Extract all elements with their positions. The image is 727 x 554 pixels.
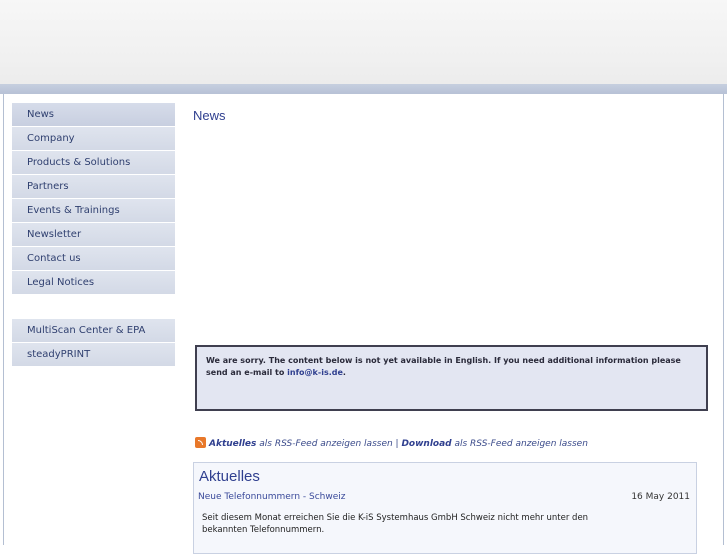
notice-email-link[interactable]: info@k-is.de [287,368,343,377]
site-header [0,0,727,84]
news-box: Aktuelles Neue Telefonnummern - Schweiz … [193,462,697,554]
rss-feed-line: Aktuelles als RSS-Feed anzeigen lassen |… [195,437,588,449]
sidebar-item-products-solutions[interactable]: Products & Solutions [12,151,175,175]
sidebar-item-news[interactable]: News [12,103,175,127]
news-box-title: Aktuelles [199,468,260,485]
sidebar-item-contact-us[interactable]: Contact us [12,247,175,271]
sidebar-item-legal-notices[interactable]: Legal Notices [12,271,175,295]
sidebar-item-multiscan-center-epa[interactable]: MultiScan Center & EPA [12,319,175,343]
sidebar-item-events-trainings[interactable]: Events & Trainings [12,199,175,223]
header-stripe [0,84,727,94]
rss-icon[interactable] [195,437,206,448]
sidebar-item-company[interactable]: Company [12,127,175,151]
sidebar-item-newsletter[interactable]: Newsletter [12,223,175,247]
news-item-date: 16 May 2011 [631,492,690,502]
news-item-text: Seit diesem Monat erreichen Sie die K-iS… [202,513,589,535]
news-item-link[interactable]: Neue Telefonnummern - Schweiz [198,492,345,502]
sidebar-nav: News Company Products & Solutions Partne… [12,103,175,367]
rss-feed-aktuelles-suffix: als RSS-Feed anzeigen lassen | [256,439,402,449]
rss-feed-download-suffix: als RSS-Feed anzeigen lassen [451,439,588,449]
page-title: News [193,108,226,123]
rss-feed-aktuelles-link[interactable]: Aktuelles [209,439,256,449]
language-notice: We are sorry. The content below is not y… [195,345,708,411]
sidebar-item-partners[interactable]: Partners [12,175,175,199]
notice-text: We are sorry. The content below is not y… [206,356,681,377]
rss-feed-download-link[interactable]: Download [401,439,451,449]
sidebar-item-steadyprint[interactable]: steadyPRINT [12,343,175,367]
notice-end: . [342,368,346,377]
